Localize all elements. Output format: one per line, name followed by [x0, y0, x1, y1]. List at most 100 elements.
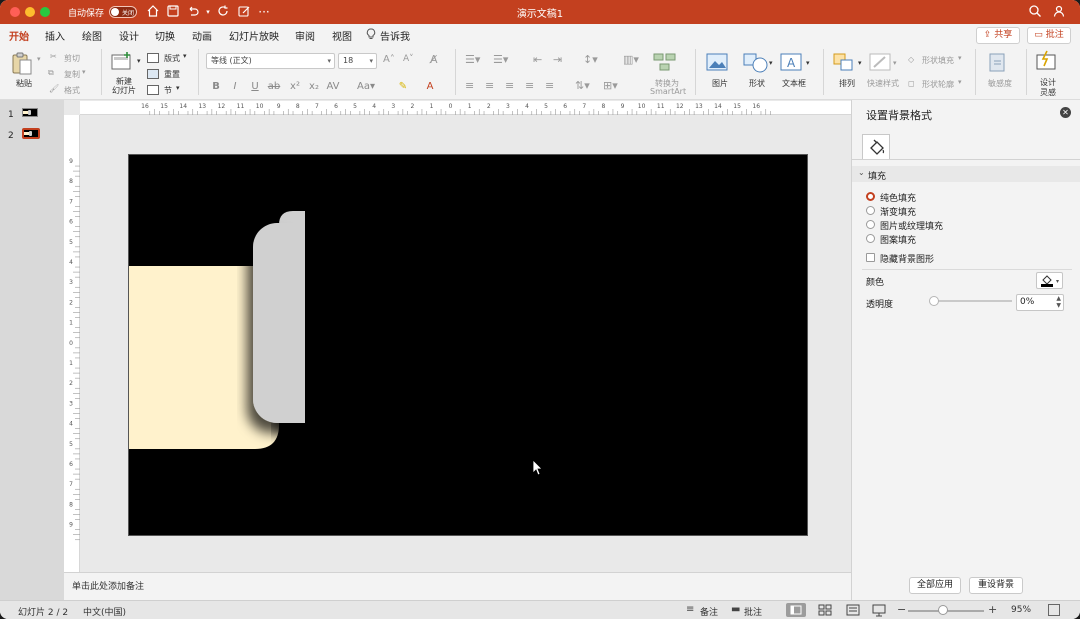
stepper-icon[interactable]: ▲ ▼	[1056, 295, 1061, 309]
hide-background-graphics-checkbox[interactable]	[866, 253, 875, 262]
comments-icon[interactable]: ▬	[731, 604, 740, 615]
cut-label[interactable]: 剪切	[64, 53, 80, 64]
reading-view-button[interactable]	[843, 603, 863, 617]
undo-icon[interactable]	[185, 4, 201, 20]
font-color-icon[interactable]: A	[423, 81, 437, 92]
cut-icon[interactable]: ✂	[50, 52, 57, 61]
decrease-indent-icon[interactable]: ⇤	[533, 53, 542, 66]
section-icon[interactable]	[147, 85, 159, 95]
notes-toggle[interactable]: 备注	[700, 605, 718, 618]
undo-dropdown-icon[interactable]: ▾	[200, 4, 216, 20]
profile-icon[interactable]	[1052, 4, 1068, 20]
shape-outline-icon[interactable]: ◻	[908, 79, 915, 88]
shapes-label[interactable]: 形状	[749, 78, 765, 89]
reset-icon[interactable]	[147, 69, 159, 79]
layout-dropdown-icon[interactable]: ▾	[183, 52, 187, 60]
slide-thumbnail-1[interactable]	[22, 108, 38, 117]
language-indicator[interactable]: 中文(中国)	[83, 605, 126, 618]
picture-icon[interactable]	[706, 53, 730, 75]
shape-fill-label[interactable]: 形状填充	[922, 55, 954, 66]
transparency-slider-handle[interactable]	[929, 296, 939, 306]
quick-styles-label[interactable]: 快速样式	[867, 78, 899, 89]
tab-slideshow[interactable]: 幻灯片放映	[229, 28, 279, 43]
search-icon[interactable]	[1028, 4, 1044, 20]
align-text-icon[interactable]: ⊞▾	[603, 79, 618, 92]
fit-to-window-icon[interactable]	[1048, 604, 1060, 616]
tab-insert[interactable]: 插入	[45, 28, 65, 43]
align-left-icon[interactable]: ≡	[465, 79, 474, 92]
increase-indent-icon[interactable]: ⇥	[553, 53, 562, 66]
layout-label[interactable]: 版式	[164, 53, 180, 64]
shapes-dropdown-icon[interactable]: ▾	[769, 59, 773, 67]
transparency-input[interactable]: 0% ▲ ▼	[1016, 294, 1064, 311]
tab-animations[interactable]: 动画	[192, 28, 212, 43]
tab-home[interactable]: 开始	[9, 28, 29, 47]
tab-review[interactable]: 审阅	[295, 28, 315, 43]
slide-thumbnail-2[interactable]	[22, 128, 40, 139]
tab-draw[interactable]: 绘图	[82, 28, 102, 43]
picture-label[interactable]: 图片	[712, 78, 728, 89]
radio-solid-fill[interactable]	[866, 192, 875, 201]
more-icon[interactable]: ···	[256, 4, 272, 20]
align-center-icon[interactable]: ≡	[485, 79, 494, 92]
new-slide-icon[interactable]	[110, 51, 134, 73]
bullets-icon[interactable]: ☰▾	[465, 53, 480, 66]
radio-gradient-fill[interactable]	[866, 206, 875, 215]
text-direction-icon[interactable]: ⇅▾	[575, 79, 590, 92]
bold-icon[interactable]: B	[209, 81, 223, 92]
reset-background-button[interactable]: 重设背景	[969, 577, 1023, 594]
sensitivity-icon[interactable]	[987, 53, 1011, 75]
label-gradient-fill[interactable]: 渐变填充	[880, 205, 916, 218]
tell-me-box[interactable]: 告诉我	[380, 28, 410, 43]
decrease-font-icon[interactable]: A˅	[403, 54, 414, 64]
justify-icon[interactable]: ≡	[525, 79, 534, 92]
notes-placeholder[interactable]: 单击此处添加备注	[72, 579, 144, 592]
tab-transitions[interactable]: 切换	[155, 28, 175, 43]
designer-icon[interactable]	[1035, 50, 1059, 72]
copy-dropdown-icon[interactable]: ▾	[82, 68, 86, 76]
zoom-level[interactable]: 95%	[1011, 605, 1031, 615]
italic-icon[interactable]: I	[228, 81, 242, 92]
comments-button[interactable]: ▭ 批注	[1027, 27, 1071, 44]
columns-icon[interactable]: ▥▾	[623, 53, 639, 66]
line-spacing-icon[interactable]: ↕▾	[583, 53, 598, 66]
designer-label-2[interactable]: 灵感	[1040, 87, 1056, 98]
clear-format-icon[interactable]: A̸	[430, 53, 438, 66]
redo-icon[interactable]	[215, 4, 231, 20]
shape-outline-dropdown-icon[interactable]: ▾	[958, 78, 962, 86]
superscript-icon[interactable]: x²	[288, 81, 302, 92]
comments-toggle[interactable]: 批注	[744, 605, 762, 618]
change-case-icon[interactable]: Aa▾	[355, 81, 377, 92]
paste-dropdown-icon[interactable]: ▾	[37, 55, 41, 63]
zoom-in-button[interactable]: +	[988, 603, 997, 616]
format-painter-icon[interactable]: 🖌	[49, 84, 59, 93]
paste-icon[interactable]	[10, 50, 34, 75]
quick-styles-icon[interactable]	[869, 53, 893, 75]
smartart-label-2[interactable]: SmartArt	[650, 87, 686, 96]
share-button[interactable]: ⇪ 共享	[976, 27, 1020, 44]
subscript-icon[interactable]: x₂	[307, 81, 321, 92]
shape-outline-label[interactable]: 形状轮廓	[922, 79, 954, 90]
section-dropdown-icon[interactable]: ▾	[176, 84, 180, 92]
hide-background-graphics-label[interactable]: 隐藏背景图形	[880, 252, 934, 265]
zoom-slider-handle[interactable]	[938, 605, 948, 615]
window-minimize-button[interactable]	[25, 7, 35, 17]
copy-icon[interactable]: ⧉	[48, 68, 54, 78]
slide-canvas[interactable]	[128, 154, 808, 536]
font-size-select[interactable]: 18 ▾	[338, 53, 377, 69]
distributed-icon[interactable]: ≡	[545, 79, 554, 92]
textbox-label[interactable]: 文本框	[782, 78, 806, 89]
sensitivity-label[interactable]: 敏感度	[988, 78, 1012, 89]
textbox-icon[interactable]: A	[780, 53, 804, 75]
radio-picture-fill[interactable]	[866, 220, 875, 229]
edit-icon[interactable]	[236, 4, 252, 20]
tab-design[interactable]: 设计	[119, 28, 139, 43]
font-name-select[interactable]: 等线 (正文) ▾	[206, 53, 335, 69]
transparency-slider-track[interactable]	[932, 300, 1012, 302]
increase-font-icon[interactable]: A˄	[383, 54, 395, 65]
close-icon[interactable]: ✕	[1060, 107, 1071, 118]
arrange-dropdown-icon[interactable]: ▾	[858, 59, 862, 67]
save-icon[interactable]	[165, 4, 181, 20]
zoom-out-button[interactable]: −	[897, 603, 906, 616]
new-slide-label[interactable]: 新建 幻灯片	[112, 77, 136, 95]
